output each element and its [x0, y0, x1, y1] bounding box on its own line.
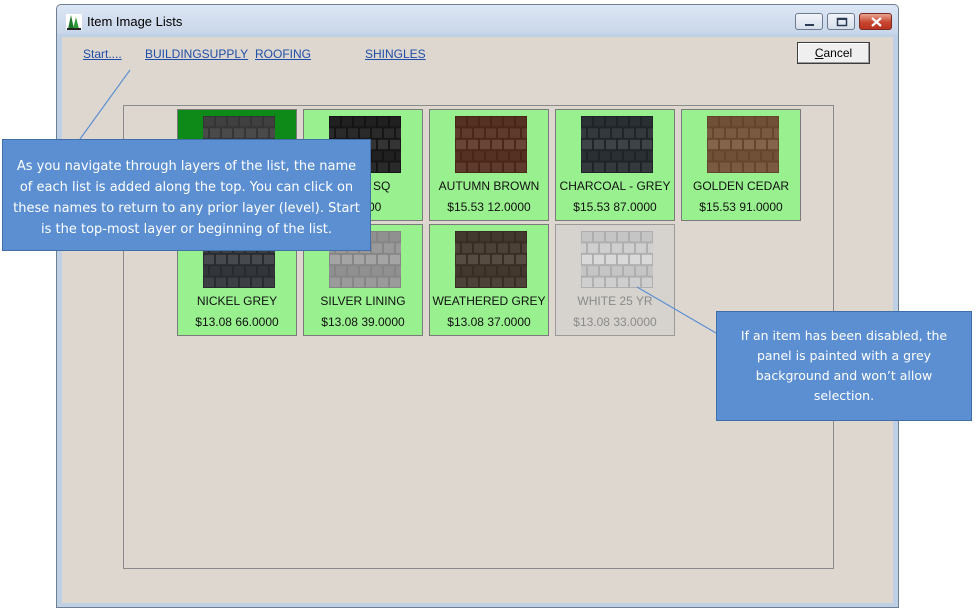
disabled-callout: If an item has been disabled, the panel …	[716, 311, 972, 421]
disabled-leader-line	[636, 286, 717, 334]
navigation-callout: As you navigate through layers of the li…	[2, 139, 371, 251]
navigation-leader-line	[79, 69, 131, 140]
callout-leader-lines	[79, 69, 717, 334]
